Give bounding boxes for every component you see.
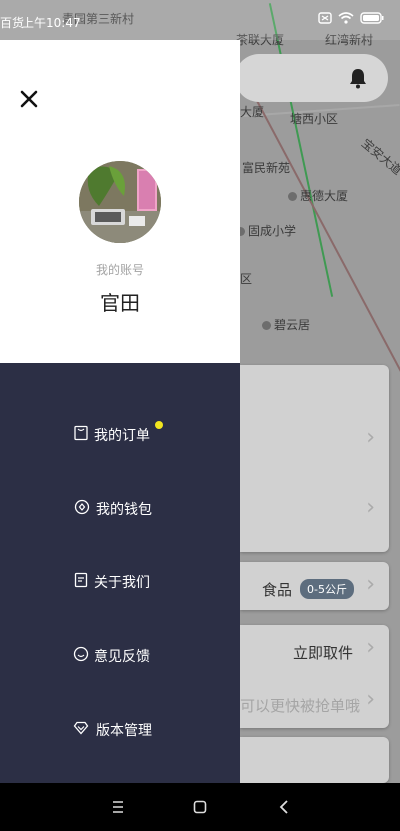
pickup-label: 立即取件 — [293, 644, 354, 662]
menu-item-feedback[interactable]: 意见反馈 — [0, 635, 240, 675]
avatar[interactable] — [79, 161, 161, 243]
sim-icon — [318, 12, 332, 24]
menu-item-label: 意见反馈 — [94, 649, 150, 665]
drawer-profile: 我的账号 官田 — [0, 40, 240, 363]
chevron-right-icon: › — [366, 495, 375, 520]
map-label: 固成小学 — [236, 222, 296, 239]
home-icon[interactable] — [188, 795, 212, 819]
status-time: 上午10:47 — [22, 16, 81, 30]
chevron-right-icon: › — [366, 425, 375, 450]
menu-item-label: 我的钱包 — [96, 502, 152, 518]
battery-icon — [360, 12, 384, 24]
map-label: 宝安大道 — [358, 136, 400, 178]
menu-item-label: 版本管理 — [96, 723, 152, 739]
map-label: 塘西小区 — [290, 112, 339, 126]
status-left-fragment: 百货 — [0, 16, 25, 30]
food-label: 食品 — [262, 581, 293, 599]
menu-item-label: 我的订单 — [94, 428, 150, 444]
map-label: 富民新苑 — [242, 161, 291, 175]
wifi-icon — [338, 12, 354, 24]
hint-text: 可以更快被抢单哦 — [240, 697, 361, 715]
account-label: 我的账号 — [95, 263, 144, 277]
menu-item-label: 关于我们 — [94, 575, 150, 591]
order-icon — [74, 425, 88, 441]
food-card[interactable]: 食品 0-5公斤 › — [240, 562, 389, 610]
notification-dot — [155, 421, 163, 429]
map-label: 大厦 — [240, 105, 265, 119]
map-label: 惠德大厦 — [288, 187, 348, 204]
avatar-image — [79, 161, 161, 243]
menu-item-wallet[interactable]: 我的钱包 — [0, 488, 240, 528]
status-bar: 百货 上午10:47 — [0, 0, 400, 40]
status-icons — [318, 12, 384, 24]
menu-item-version[interactable]: 版本管理 — [0, 709, 240, 749]
chevron-right-icon: › — [366, 572, 375, 597]
order-card[interactable]: › › — [240, 365, 389, 552]
feedback-icon — [73, 646, 89, 662]
chevron-right-icon: › — [366, 687, 375, 712]
back-icon[interactable] — [272, 795, 296, 819]
about-icon — [74, 572, 88, 588]
pickup-card[interactable]: 立即取件 可以更快被抢单哦 › › — [240, 625, 389, 728]
menu-item-orders[interactable]: 我的订单 — [0, 414, 240, 454]
close-icon[interactable] — [18, 88, 40, 110]
navigation-bar — [0, 783, 400, 831]
wallet-icon — [74, 499, 90, 515]
menu-icon[interactable] — [106, 795, 130, 819]
chevron-right-icon: › — [366, 635, 375, 660]
map-label: 碧云居 — [262, 316, 310, 333]
account-name: 官田 — [100, 291, 140, 315]
bell-icon[interactable] — [346, 66, 370, 90]
order-card[interactable] — [240, 737, 389, 783]
drawer-menu: 我的订单 我的钱包 关于我们 意见反馈 版本管理 — [0, 363, 240, 783]
menu-item-about[interactable]: 关于我们 — [0, 561, 240, 601]
map-label: 区 — [240, 272, 253, 286]
weight-badge: 0-5公斤 — [300, 579, 354, 599]
version-icon — [73, 721, 89, 735]
top-bar — [235, 54, 388, 102]
